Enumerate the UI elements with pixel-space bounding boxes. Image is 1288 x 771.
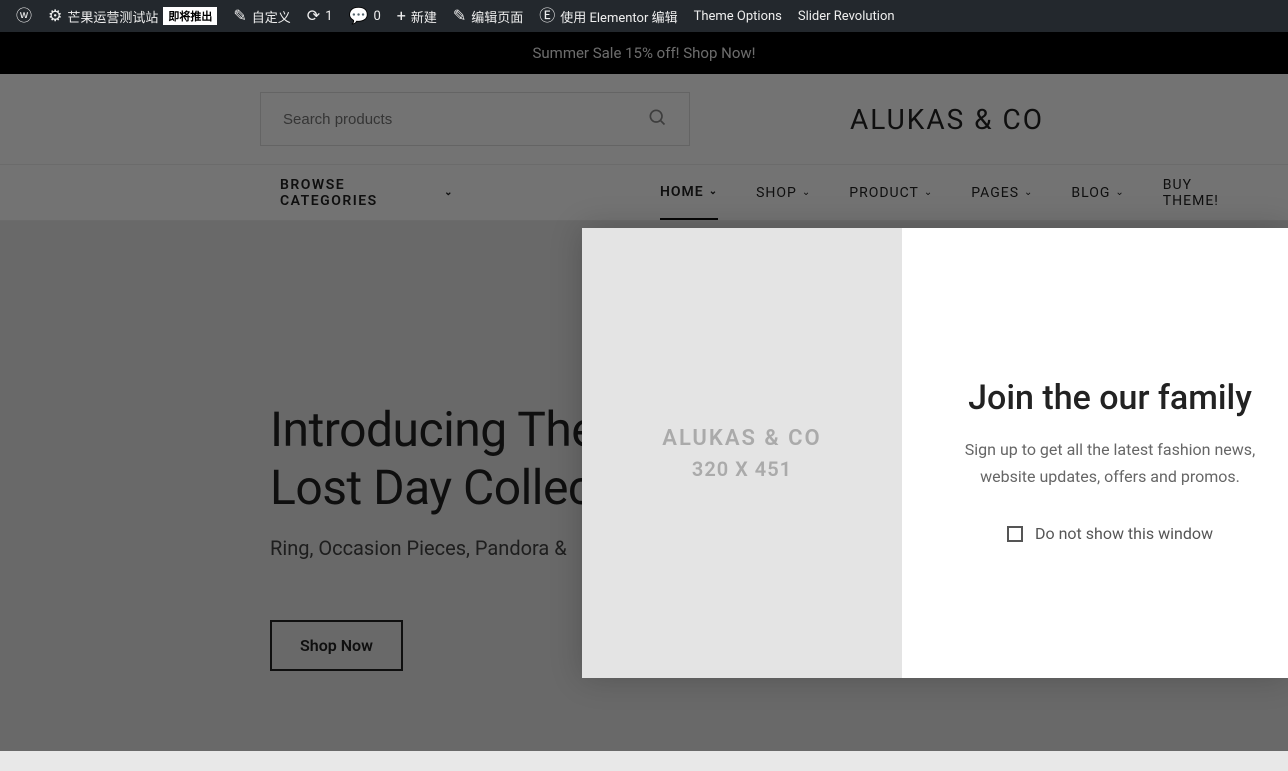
pencil-icon: ✎ [453, 8, 466, 24]
modal-content: Join the our family Sign up to get all t… [902, 228, 1288, 678]
slider-revolution-link[interactable]: Slider Revolution [790, 0, 903, 32]
modal-image-placeholder: ALUKAS & CO 320 X 451 [582, 228, 902, 678]
customize-link[interactable]: ✎ 自定义 [225, 0, 298, 32]
site-name: 芒果运营测试站 [67, 7, 158, 26]
coming-soon-badge: 即将推出 [163, 7, 217, 25]
plus-icon: + [397, 8, 406, 24]
brush-icon: ✎ [233, 8, 246, 24]
elementor-link[interactable]: Ⓔ 使用 Elementor 编辑 [531, 0, 685, 32]
updates-link[interactable]: ⟳ 1 [299, 0, 341, 32]
do-not-show-checkbox[interactable] [1007, 526, 1023, 542]
newsletter-modal: ALUKAS & CO 320 X 451 Join the our famil… [582, 228, 1288, 678]
elementor-icon: Ⓔ [539, 8, 555, 24]
comments-link[interactable]: 💬 0 [341, 0, 389, 32]
new-link[interactable]: + 新建 [389, 0, 445, 32]
comment-icon: 💬 [349, 8, 369, 24]
wordpress-icon: ⓦ [16, 8, 32, 24]
modal-title: Join the our family [962, 378, 1258, 418]
site-name-link[interactable]: ⚙ 芒果运营测试站 即将推出 [40, 0, 225, 32]
modal-subtitle: Sign up to get all the latest fashion ne… [962, 436, 1258, 490]
theme-options-link[interactable]: Theme Options [686, 0, 790, 32]
do-not-show-label: Do not show this window [1035, 524, 1213, 543]
wp-logo[interactable]: ⓦ [8, 0, 40, 32]
do-not-show-row: Do not show this window [962, 524, 1258, 543]
refresh-icon: ⟳ [307, 8, 320, 24]
dashboard-icon: ⚙ [48, 8, 62, 24]
wp-admin-bar: ⓦ ⚙ 芒果运营测试站 即将推出 ✎ 自定义 ⟳ 1 💬 0 + 新建 ✎ 编辑… [0, 0, 1288, 32]
edit-page-link[interactable]: ✎ 编辑页面 [445, 0, 531, 32]
